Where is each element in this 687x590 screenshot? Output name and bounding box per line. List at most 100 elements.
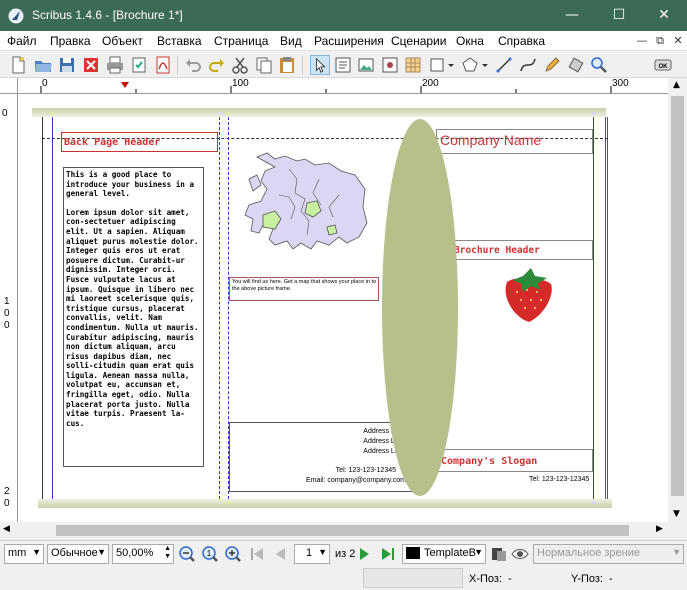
first-page-icon[interactable] [247, 544, 267, 564]
map-caption: You will find us here. Get a map that sh… [232, 279, 377, 292]
scroll-up-arrow-icon[interactable]: ▲ [673, 80, 680, 90]
redo-icon[interactable] [207, 55, 227, 75]
back-page-header-frame[interactable]: Back Page Header [61, 132, 218, 152]
menu-scripts[interactable]: Сценарии [391, 34, 446, 48]
title-bar: Scribus 1.4.6 - [Brochure 1*] — ☐ ✕ [0, 0, 687, 31]
h-ruler-label: 0 [42, 78, 48, 89]
main-toolbar: OK [0, 52, 687, 78]
scroll-left-arrow-icon[interactable]: ◀ [3, 524, 10, 534]
polygon-dropdown-arrow-icon[interactable] [480, 55, 490, 75]
ellipse-shape[interactable] [382, 119, 458, 496]
horizontal-scrollbar[interactable]: ◀ ▶ [0, 522, 687, 539]
vertical-scrollbar[interactable]: ▲ ▼ [668, 78, 687, 522]
menu-object[interactable]: Объект [102, 34, 143, 48]
margin-guide [52, 117, 53, 499]
maximize-button[interactable]: ☐ [596, 0, 642, 31]
document-canvas[interactable]: Back Page Header This is a good place to… [18, 94, 668, 522]
menu-help[interactable]: Справка [498, 34, 545, 48]
svg-text:1: 1 [207, 549, 212, 558]
zoom-in-icon[interactable] [223, 544, 243, 564]
menu-page[interactable]: Страница [214, 34, 268, 48]
menu-windows[interactable]: Окна [456, 34, 484, 48]
print-icon[interactable] [105, 55, 125, 75]
previous-page-icon[interactable] [270, 544, 290, 564]
open-folder-icon[interactable] [33, 55, 53, 75]
render-frame-icon[interactable] [380, 55, 400, 75]
horizontal-scroll-thumb[interactable] [56, 525, 629, 536]
last-page-icon[interactable] [378, 544, 398, 564]
scroll-down-arrow-icon[interactable]: ▼ [673, 509, 680, 519]
zoom-magnifier-icon[interactable] [589, 55, 609, 75]
body-text: This is a good place to introduce your b… [66, 170, 202, 428]
status-bar: X-Поз: - Y-Поз: - [0, 566, 687, 590]
margin-guide [593, 117, 594, 499]
mode-select[interactable]: Обычное ▼ [47, 544, 109, 564]
image-frame-icon[interactable] [356, 55, 376, 75]
eye-icon[interactable] [510, 544, 530, 564]
rotate-icon[interactable] [566, 55, 586, 75]
menu-insert[interactable]: Вставка [157, 34, 202, 48]
mdi-close-button[interactable]: ✕ [670, 34, 686, 48]
shape-dropdown-arrow-icon[interactable] [446, 55, 456, 75]
zoom-input[interactable]: 50,00% ▲ ▼ [112, 544, 174, 564]
v-ruler-label: 0 [4, 320, 10, 331]
close-document-icon[interactable] [81, 55, 101, 75]
chevron-down-icon: ▼ [32, 547, 41, 557]
select-pointer-icon[interactable] [310, 55, 330, 75]
vertical-ruler[interactable]: 0 1 0 0 2 0 [0, 94, 18, 522]
freehand-pencil-icon[interactable] [542, 55, 562, 75]
x-position-label: X-Поз: [469, 573, 502, 585]
page-number-select[interactable]: 1 ▼ [294, 544, 330, 564]
map-caption-frame[interactable]: You will find us here. Get a map that sh… [229, 277, 379, 301]
mdi-minimize-button[interactable]: — [634, 34, 650, 48]
save-icon[interactable] [57, 55, 77, 75]
map-image-frame[interactable] [229, 149, 379, 277]
tel-right: Tel: 123-123-12345 [529, 476, 590, 483]
company-name-frame[interactable]: Company Name [436, 129, 593, 154]
zoom-out-icon[interactable] [177, 544, 197, 564]
address-frame[interactable]: Address Line 1 Address Line 2 Address Li… [229, 422, 417, 492]
slogan-frame[interactable]: Company's Slogan [436, 449, 593, 472]
shape-icon[interactable] [427, 55, 447, 75]
undo-icon[interactable] [183, 55, 203, 75]
menu-edit[interactable]: Правка [50, 34, 91, 48]
menu-view[interactable]: Вид [280, 34, 302, 48]
bezier-curve-icon[interactable] [518, 55, 538, 75]
polygon-icon[interactable] [460, 55, 480, 75]
brochure-header-frame[interactable]: Brochure Header [436, 240, 593, 260]
text-frame-icon[interactable] [333, 55, 353, 75]
chevron-down-icon: ▼ [97, 547, 106, 557]
zoom-100-icon[interactable]: 1 [200, 544, 220, 564]
next-page-icon[interactable] [355, 544, 375, 564]
new-document-icon[interactable] [8, 55, 28, 75]
cut-icon[interactable] [230, 55, 250, 75]
export-pdf-icon[interactable] [153, 55, 173, 75]
scroll-right-arrow-icon[interactable]: ▶ [656, 524, 663, 534]
scribus-logo-icon [8, 8, 24, 24]
menu-file[interactable]: Файл [7, 34, 37, 48]
layer-select[interactable]: TemplateB ▼ [402, 544, 486, 564]
mdi-restore-button[interactable]: ⧉ [652, 34, 668, 48]
preflight-icon[interactable] [129, 55, 149, 75]
menu-extensions[interactable]: Расширения [314, 34, 384, 48]
vertical-scroll-thumb[interactable] [671, 96, 684, 496]
ok-button-icon[interactable]: OK [654, 55, 672, 75]
paste-icon[interactable] [277, 55, 297, 75]
horizontal-ruler-ticks [40, 82, 612, 93]
company-name: Company Name [440, 132, 542, 148]
view-mode-select[interactable]: Нормальное зрение ▼ [533, 544, 684, 564]
unit-select[interactable]: mm ▼ [4, 544, 44, 564]
close-button[interactable]: ✕ [641, 0, 687, 31]
body-text-frame[interactable]: This is a good place to introduce your b… [63, 167, 204, 467]
line-icon[interactable] [494, 55, 514, 75]
v-ruler-label: 1 [4, 296, 10, 307]
preview-mode-icon[interactable] [489, 544, 509, 564]
copy-icon[interactable] [254, 55, 274, 75]
minimize-button[interactable]: — [549, 0, 595, 31]
y-position-value: - [609, 573, 613, 585]
v-ruler-label: 0 [4, 498, 10, 509]
toolbar-separator [177, 56, 178, 74]
table-icon[interactable] [403, 55, 423, 75]
horizontal-ruler[interactable]: 0 100 200 300 [18, 78, 668, 94]
page-count-label: из 2 [335, 548, 356, 560]
